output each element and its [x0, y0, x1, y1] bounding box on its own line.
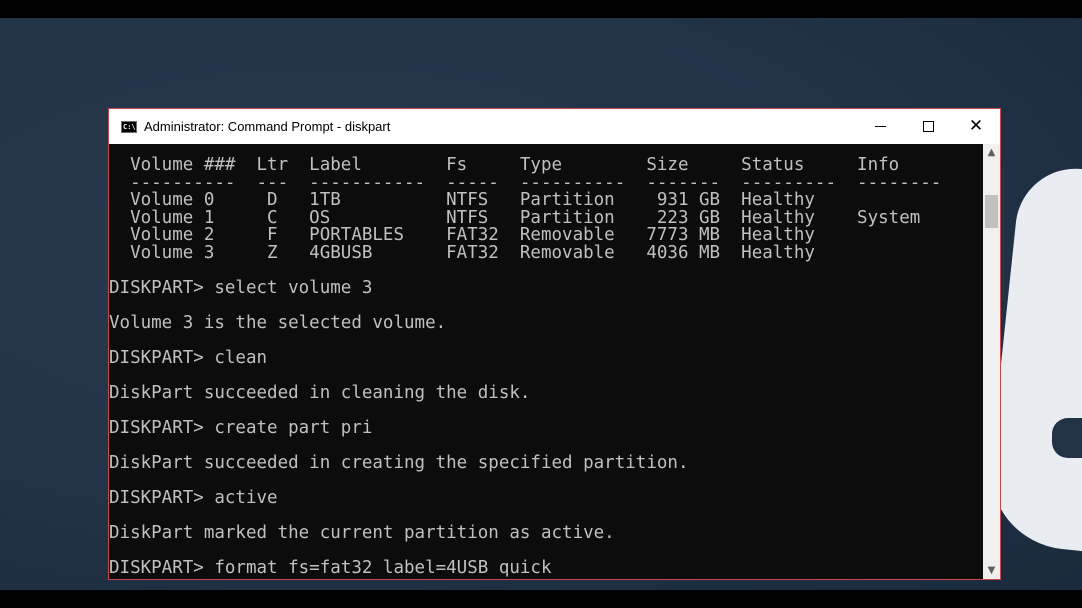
console-line: Volume 3 is the selected volume. — [109, 312, 447, 333]
console-output[interactable]: Volume ### Ltr Label Fs Type Size Status… — [109, 144, 983, 579]
maximize-button[interactable] — [904, 109, 952, 144]
window-controls: ✕ — [856, 109, 1000, 144]
console-line: DISKPART> create part pri — [109, 417, 373, 438]
vertical-scrollbar[interactable]: ▲ ▼ — [983, 144, 1000, 579]
console-text: Volume ### Ltr Label Fs Type Size Status… — [109, 144, 983, 577]
console-line: DiskPart succeeded in cleaning the disk. — [109, 382, 531, 403]
console-line: DISKPART> select volume 3 — [109, 277, 373, 298]
maximize-icon — [922, 121, 934, 132]
title-bar[interactable]: C:\ Administrator: Command Prompt - disk… — [109, 109, 1000, 144]
wallpaper-notch — [1052, 418, 1082, 458]
minimize-icon — [874, 126, 886, 127]
command-prompt-window[interactable]: C:\ Administrator: Command Prompt - disk… — [108, 108, 1001, 580]
console-line: DISKPART> active — [109, 487, 278, 508]
scroll-down-icon[interactable]: ▼ — [983, 562, 1000, 579]
window-title: Administrator: Command Prompt - diskpart — [144, 119, 391, 134]
minimize-button[interactable] — [856, 109, 904, 144]
console-line: Volume 3 Z 4GBUSB FAT32 Removable 4036 M… — [109, 242, 815, 263]
console-line: DiskPart marked the current partition as… — [109, 522, 615, 543]
close-button[interactable]: ✕ — [952, 109, 1000, 144]
scroll-up-icon[interactable]: ▲ — [983, 144, 1000, 161]
console-line: DiskPart succeeded in creating the speci… — [109, 452, 689, 473]
cmd-icon: C:\ — [121, 120, 137, 133]
scroll-thumb[interactable] — [985, 195, 998, 228]
close-icon: ✕ — [968, 116, 984, 136]
console-line: DISKPART> format fs=fat32 label=4USB qui… — [109, 557, 552, 578]
console-line: DISKPART> clean — [109, 347, 268, 368]
